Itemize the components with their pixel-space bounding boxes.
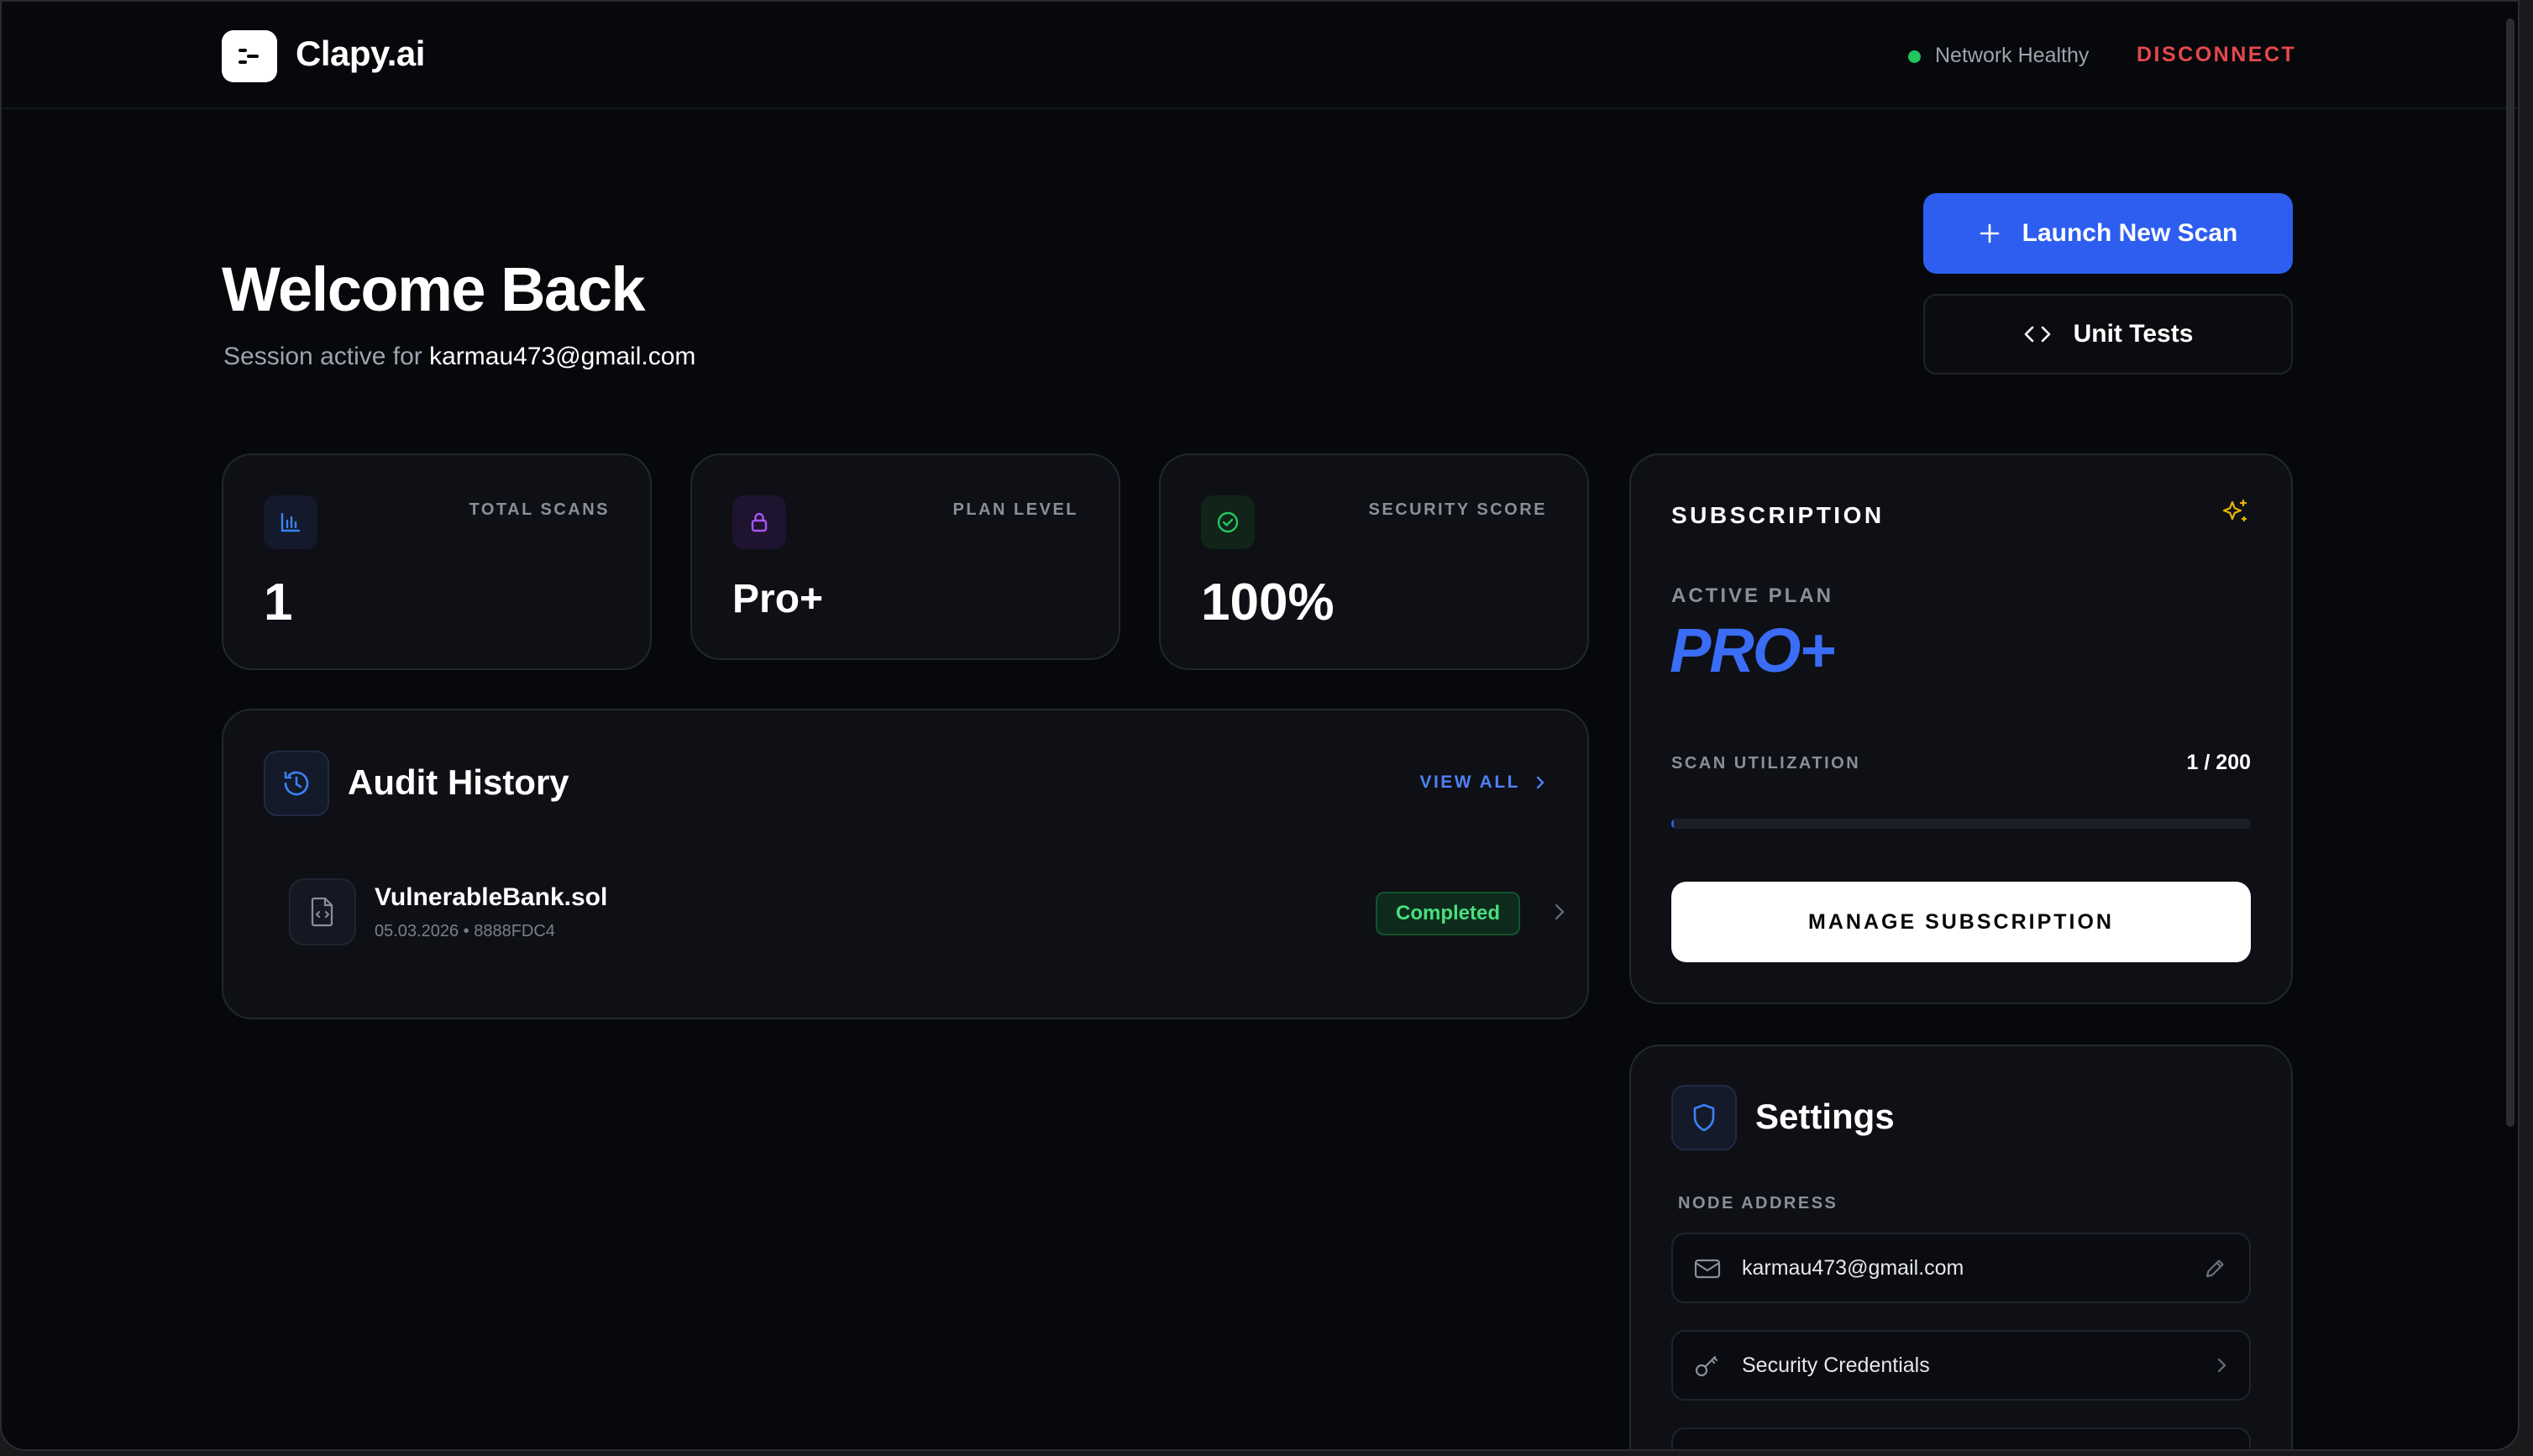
stat-value: 100% xyxy=(1201,573,1335,631)
scan-utilization-value: 1 / 200 xyxy=(2186,751,2251,774)
disconnect-button[interactable]: DISCONNECT xyxy=(2137,43,2296,67)
audit-list-item[interactable]: VulnerableBank.sol 05.03.2026 • 8888FDC4… xyxy=(274,862,1565,966)
view-all-label: VIEW ALL xyxy=(1419,773,1520,792)
chevron-right-icon xyxy=(1555,903,1565,920)
launch-new-scan-button[interactable]: Launch New Scan xyxy=(1923,193,2293,274)
node-address-label: NODE ADDRESS xyxy=(1678,1194,1838,1212)
session-prefix: Session active for xyxy=(223,343,430,370)
sparkle-icon xyxy=(2222,499,2247,522)
stat-card-security-score: SECURITY SCORE 100% xyxy=(1159,453,1589,670)
stat-card-plan-level: PLAN LEVEL Pro+ xyxy=(690,453,1120,660)
mail-icon xyxy=(1694,1259,1721,1279)
audit-file-name: VulnerableBank.sol xyxy=(375,883,608,911)
lock-icon xyxy=(732,495,786,549)
node-address-field[interactable]: karmau473@gmail.com xyxy=(1671,1233,2251,1303)
shield-icon xyxy=(1671,1085,1737,1150)
launch-new-scan-label: Launch New Scan xyxy=(2022,219,2238,247)
bar-chart-icon xyxy=(264,495,317,549)
settings-title: Settings xyxy=(1755,1097,1895,1136)
subscription-card: SUBSCRIPTION ACTIVE PLAN PRO+ SCAN UTILI… xyxy=(1629,453,2293,1004)
network-status-text: Network Healthy xyxy=(1935,44,2090,67)
scan-utilization-fill xyxy=(1671,819,1675,829)
security-credentials-item[interactable]: Security Credentials xyxy=(1671,1330,2251,1401)
manage-subscription-button[interactable]: MANAGE SUBSCRIPTION xyxy=(1671,882,2251,962)
logo-icon[interactable] xyxy=(222,30,277,82)
pencil-icon[interactable] xyxy=(2202,1256,2227,1281)
active-plan-label: ACTIVE PLAN xyxy=(1671,584,1834,607)
plan-name: PRO+ xyxy=(1670,615,1836,685)
node-address-value: karmau473@gmail.com xyxy=(1742,1256,1964,1280)
audit-history-title: Audit History xyxy=(348,762,569,802)
chevron-right-icon xyxy=(1536,776,1544,789)
stat-value: 1 xyxy=(264,573,293,631)
code-icon xyxy=(2024,326,2050,343)
top-bar: Clapy.ai Network Healthy DISCONNECT xyxy=(2,2,2518,109)
file-code-icon xyxy=(289,878,356,945)
key-icon xyxy=(1695,1355,1718,1377)
scan-utilization-bar xyxy=(1671,819,2251,829)
plus-icon xyxy=(1980,223,1999,244)
unit-tests-button[interactable]: Unit Tests xyxy=(1923,294,2293,374)
settings-card: Settings NODE ADDRESS karmau473@gmail.co… xyxy=(1629,1045,2293,1449)
stat-value: Pro+ xyxy=(732,577,824,621)
app-window: Clapy.ai Network Healthy DISCONNECT Welc… xyxy=(0,0,2520,1451)
scan-utilization-label: SCAN UTILIZATION xyxy=(1671,754,1861,773)
network-status-dot xyxy=(1908,50,1921,63)
view-all-link[interactable]: VIEW ALL xyxy=(1419,773,1545,793)
audit-file-meta: 05.03.2026 • 8888FDC4 xyxy=(375,922,555,940)
stat-label: PLAN LEVEL xyxy=(952,500,1078,519)
stat-label: SECURITY SCORE xyxy=(1368,500,1547,519)
security-credentials-label: Security Credentials xyxy=(1742,1354,1930,1377)
brand-name[interactable]: Clapy.ai xyxy=(296,34,425,74)
audit-history-card: Audit History VIEW ALL VulnerableBank.so… xyxy=(222,709,1589,1019)
check-circle-icon xyxy=(1201,495,1255,549)
chevron-right-icon xyxy=(2217,1358,2226,1373)
page-title: Welcome Back xyxy=(222,254,646,324)
scrollbar[interactable] xyxy=(2506,18,2515,1127)
session-email: karmau473@gmail.com xyxy=(429,343,696,370)
status-badge: Completed xyxy=(1376,892,1521,935)
history-icon xyxy=(264,751,329,816)
stat-label: TOTAL SCANS xyxy=(469,500,610,519)
stat-card-total-scans: TOTAL SCANS 1 xyxy=(222,453,652,670)
session-info: Session active for karmau473@gmail.com xyxy=(223,343,695,371)
settings-list-item[interactable] xyxy=(1671,1427,2251,1449)
unit-tests-label: Unit Tests xyxy=(2073,320,2194,348)
subscription-title: SUBSCRIPTION xyxy=(1671,502,1885,528)
